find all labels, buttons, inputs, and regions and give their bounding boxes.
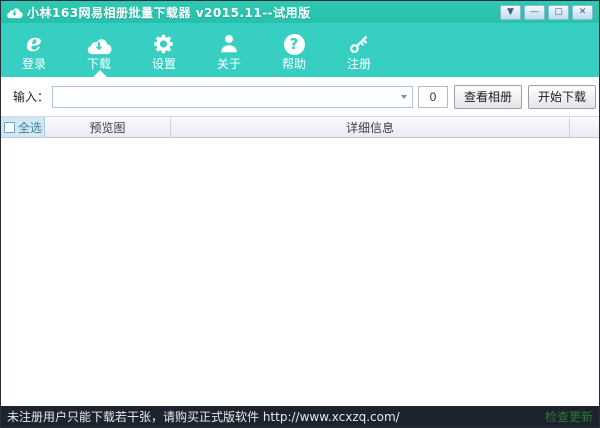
column-header-stub	[570, 117, 599, 137]
gear-icon	[153, 31, 175, 55]
toolbar-label-download: 下载	[87, 58, 111, 70]
album-list-area	[1, 138, 599, 406]
start-download-button[interactable]: 开始下载	[528, 85, 596, 109]
toolbar-label-login: 登录	[22, 58, 46, 70]
status-message: 未注册用户只能下载若干张，请购买正式版软件 http://www.xcxzq.c…	[7, 408, 545, 425]
column-header-details[interactable]: 详细信息	[171, 117, 570, 137]
window-controls: ▼ — ▢ ✕	[500, 5, 593, 20]
window-title: 小林163网易相册批量下载器 v2015.11--试用版	[27, 4, 500, 21]
main-toolbar: e 登录 下载 设置	[1, 23, 599, 77]
toolbar-item-register[interactable]: 注册	[331, 31, 387, 70]
toolbar-item-settings[interactable]: 设置	[136, 31, 192, 70]
chevron-down-icon	[401, 95, 407, 99]
check-update-link[interactable]: 检查更新	[545, 408, 593, 425]
status-bar: 未注册用户只能下载若干张，请购买正式版软件 http://www.xcxzq.c…	[1, 406, 599, 427]
close-button[interactable]: ✕	[572, 5, 593, 20]
app-cloud-download-icon	[6, 6, 23, 19]
menu-button[interactable]: ▼	[500, 5, 521, 20]
title-bar: 小林163网易相册批量下载器 v2015.11--试用版 ▼ — ▢ ✕	[1, 1, 599, 23]
select-all-cell[interactable]: 全选	[1, 117, 45, 137]
minimize-button[interactable]: —	[524, 5, 545, 20]
view-album-button[interactable]: 查看相册	[454, 85, 522, 109]
combobox-dropdown-button[interactable]	[396, 87, 412, 107]
key-icon	[348, 31, 370, 55]
count-field[interactable]	[418, 86, 448, 108]
toolbar-label-help: 帮助	[282, 58, 306, 70]
toolbar-label-about: 关于	[217, 58, 241, 70]
input-label: 输入：	[13, 88, 49, 105]
toolbar-item-download[interactable]: 下载	[71, 31, 127, 70]
cloud-download-icon	[86, 31, 112, 55]
ie-browser-icon: e	[26, 31, 42, 55]
question-icon: ?	[284, 31, 305, 55]
toolbar-item-about[interactable]: 关于	[201, 31, 257, 70]
user-icon	[218, 31, 240, 55]
url-combobox	[52, 86, 413, 108]
column-header-preview[interactable]: 预览图	[45, 117, 171, 137]
maximize-button[interactable]: ▢	[548, 5, 569, 20]
select-all-checkbox[interactable]	[4, 122, 15, 133]
toolbar-item-help[interactable]: ? 帮助	[266, 31, 322, 70]
list-header: 全选 预览图 详细信息	[1, 116, 599, 138]
toolbar-label-settings: 设置	[152, 58, 176, 70]
url-input[interactable]	[53, 88, 396, 106]
toolbar-item-login[interactable]: e 登录	[6, 31, 62, 70]
select-all-label: 全选	[18, 119, 42, 136]
toolbar-label-register: 注册	[347, 58, 371, 70]
input-row: 输入： 查看相册 开始下载	[1, 77, 599, 116]
app-window: 小林163网易相册批量下载器 v2015.11--试用版 ▼ — ▢ ✕ e 登…	[0, 0, 600, 428]
active-tab-pointer	[93, 70, 107, 77]
